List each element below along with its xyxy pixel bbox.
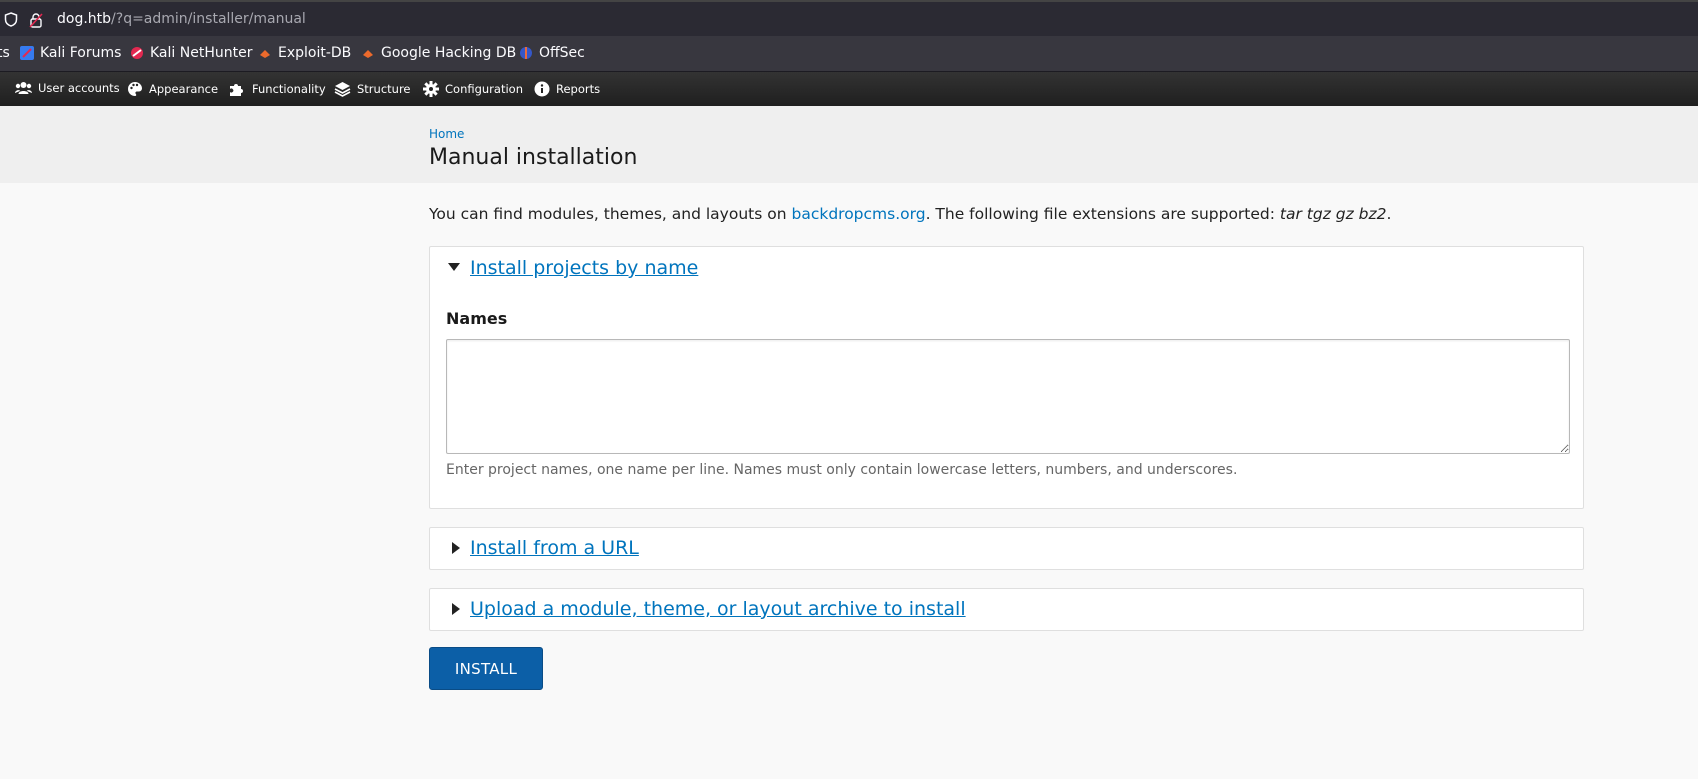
bookmark-exploit-db[interactable]: Exploit-DB bbox=[258, 45, 351, 61]
breadcrumb-home[interactable]: Home bbox=[429, 127, 464, 141]
url-text[interactable]: dog.htb/?q=admin/installer/manual bbox=[57, 11, 306, 27]
admin-menu-user-accounts[interactable]: User accounts bbox=[15, 81, 120, 95]
kali-nethunter-icon bbox=[131, 47, 143, 59]
palette-icon bbox=[128, 82, 142, 96]
admin-menu-label: Functionality bbox=[252, 82, 326, 96]
url-host: dog.htb bbox=[57, 11, 112, 27]
triangle-right-icon[interactable] bbox=[451, 542, 460, 554]
admin-menu-label: Reports bbox=[556, 82, 601, 96]
install-button[interactable]: INSTALL bbox=[429, 647, 543, 690]
info-icon bbox=[534, 81, 550, 97]
bookmark-label: Kali Forums bbox=[40, 45, 122, 61]
bookmark-label: Kali NetHunter bbox=[150, 45, 253, 61]
backdropcms-link[interactable]: backdropcms.org bbox=[791, 205, 925, 223]
bookmark-offsec[interactable]: OffSec bbox=[519, 45, 585, 61]
browser-url-bar[interactable]: dog.htb/?q=admin/installer/manual bbox=[0, 0, 1698, 36]
offsec-icon bbox=[520, 47, 532, 59]
shield-icon[interactable] bbox=[4, 12, 18, 27]
puzzle-icon bbox=[230, 84, 243, 96]
legend-upload-archive[interactable]: Upload a module, theme, or layout archiv… bbox=[470, 598, 966, 620]
bookmark-label: Exploit-DB bbox=[278, 45, 352, 61]
page-header bbox=[0, 106, 1698, 183]
bookmark-kali-nethunter[interactable]: Kali NetHunter bbox=[130, 45, 252, 61]
admin-menu-label: Appearance bbox=[149, 82, 219, 96]
names-help-text: Enter project names, one name per line. … bbox=[446, 462, 1238, 478]
exploit-db-icon bbox=[260, 50, 270, 58]
bookmark-kali-forums[interactable]: Kali Forums bbox=[20, 45, 121, 61]
lock-icon[interactable] bbox=[29, 12, 43, 28]
bookmark-label: OffSec bbox=[539, 45, 585, 61]
fieldset-upload-archive[interactable]: Upload a module, theme, or layout archiv… bbox=[429, 588, 1584, 631]
names-textarea[interactable] bbox=[446, 339, 1570, 454]
triangle-down-icon[interactable] bbox=[448, 262, 460, 272]
kali-forums-icon bbox=[20, 46, 34, 60]
page-title: Manual installation bbox=[429, 145, 638, 170]
admin-menu-configuration[interactable]: Configuration bbox=[423, 81, 523, 97]
admin-menu-label: User accounts bbox=[38, 81, 120, 95]
legend-install-by-name[interactable]: Install projects by name bbox=[470, 257, 698, 279]
admin-menu-appearance[interactable]: Appearance bbox=[127, 81, 218, 97]
gear-icon bbox=[423, 81, 439, 97]
triangle-right-icon[interactable] bbox=[451, 603, 460, 615]
bookmarks-toolbar: ts Kali Forums Kali NetHunter Exploit-DB… bbox=[0, 36, 1698, 72]
bookmark-google-hacking-db[interactable]: Google Hacking DB bbox=[361, 45, 516, 61]
admin-menu-structure[interactable]: Structure bbox=[334, 81, 411, 97]
admin-bar: User accounts Appearance Functionality S… bbox=[0, 72, 1698, 106]
url-path: /?q=admin/installer/manual bbox=[111, 11, 306, 27]
bookmark-label: ts bbox=[0, 45, 10, 61]
legend-install-from-url[interactable]: Install from a URL bbox=[470, 537, 639, 559]
admin-menu-label: Structure bbox=[357, 82, 411, 96]
intro-text: You can find modules, themes, and layout… bbox=[429, 205, 1392, 223]
ghdb-icon bbox=[363, 50, 373, 58]
supported-extensions: tar tgz gz bz2 bbox=[1279, 205, 1387, 223]
admin-menu-reports[interactable]: Reports bbox=[534, 81, 600, 97]
fieldset-install-from-url[interactable]: Install from a URL bbox=[429, 527, 1584, 570]
admin-menu-functionality[interactable]: Functionality bbox=[229, 81, 326, 97]
users-icon bbox=[15, 82, 32, 94]
bookmark-truncated[interactable]: ts bbox=[0, 45, 10, 61]
layers-icon bbox=[334, 82, 351, 97]
names-label: Names bbox=[446, 309, 508, 328]
bookmark-label: Google Hacking DB bbox=[381, 45, 517, 61]
admin-menu-label: Configuration bbox=[445, 82, 523, 96]
